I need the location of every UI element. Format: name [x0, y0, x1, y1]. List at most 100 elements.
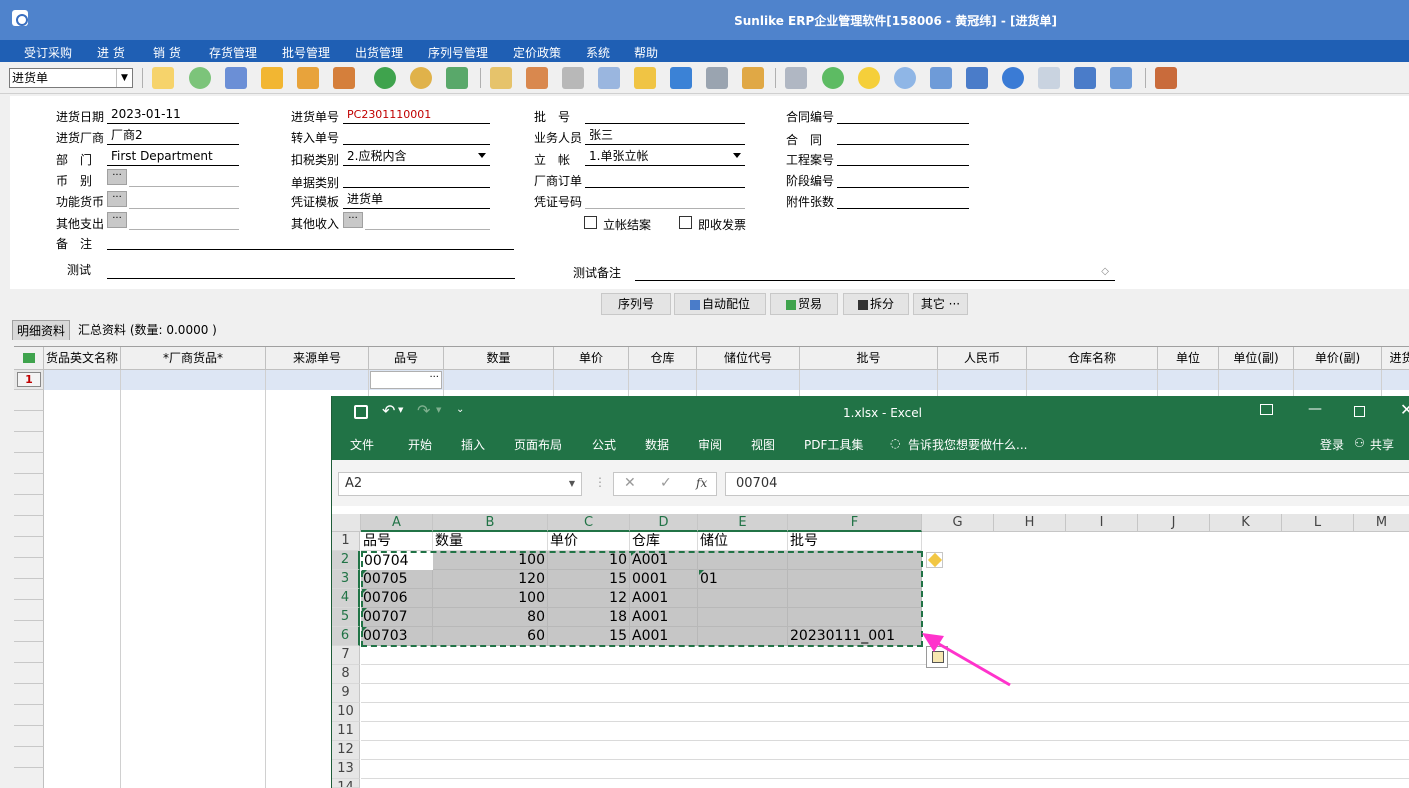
col-header-warehouse[interactable]: 仓库 — [629, 347, 697, 370]
other-income-field[interactable] — [365, 212, 490, 230]
cell-A5[interactable]: 00707 — [361, 608, 433, 627]
batch-field[interactable] — [585, 106, 745, 124]
enter-icon[interactable]: ✓ — [660, 475, 672, 491]
cell-D1[interactable]: 仓库 — [630, 532, 698, 551]
exit-door-icon[interactable] — [1155, 67, 1177, 89]
col-header-price[interactable]: 单价 — [554, 347, 629, 370]
windows-icon[interactable] — [1038, 67, 1060, 89]
auto-assign-button[interactable]: 自动配位 — [674, 293, 766, 315]
row-header-6[interactable]: 6 — [332, 627, 360, 646]
row-number[interactable] — [14, 474, 44, 495]
row-number[interactable]: 1 — [14, 370, 44, 390]
wrench-icon[interactable] — [562, 67, 584, 89]
row-header-7[interactable]: 7 — [332, 646, 360, 665]
cell-A3[interactable]: 00705 — [361, 570, 433, 589]
redo-icon[interactable]: ↷ — [417, 401, 430, 420]
chevron-down-icon[interactable]: ▼ — [569, 473, 575, 495]
stage-field[interactable] — [837, 170, 969, 188]
tax-select[interactable]: 2.应税内含 — [343, 148, 490, 166]
row-number[interactable] — [14, 642, 44, 663]
row-header-3[interactable]: 3 — [332, 570, 360, 589]
transfer-field[interactable] — [343, 127, 490, 145]
tab-formulas[interactable]: 公式 — [592, 436, 616, 453]
bell-icon[interactable] — [858, 67, 880, 89]
tab-summary[interactable]: 汇总资料 (数量: 0.0000 ) — [74, 320, 221, 340]
col-header-vendor-item[interactable]: *厂商货品* — [121, 347, 266, 370]
col-header-J[interactable]: J — [1138, 514, 1210, 532]
row-number[interactable] — [14, 684, 44, 705]
order-no-field[interactable]: PC2301110001 — [343, 106, 490, 124]
cell-D3[interactable]: 0001 — [630, 570, 698, 589]
col-header-price-sub[interactable]: 单价(副) — [1294, 347, 1382, 370]
home-icon[interactable] — [333, 67, 355, 89]
row-number[interactable] — [14, 495, 44, 516]
cell-C3[interactable]: 15 — [548, 570, 630, 589]
row-number[interactable] — [14, 537, 44, 558]
spinner-icon[interactable]: ◇ — [1101, 263, 1109, 280]
cell-A2[interactable]: 00704 — [361, 551, 433, 570]
cell-F4[interactable] — [788, 589, 922, 608]
chevron-down-icon[interactable] — [478, 153, 486, 158]
maximize-icon[interactable] — [1354, 406, 1365, 417]
dept-field[interactable]: First Department — [107, 148, 239, 166]
col-header-G[interactable]: G — [922, 514, 994, 532]
undo-icon[interactable]: ↶ — [382, 401, 395, 420]
select-all-corner[interactable] — [332, 514, 361, 532]
cell-C2[interactable]: 10 — [548, 551, 630, 570]
func-currency-lookup-button[interactable]: ··· — [107, 191, 127, 207]
customize-toolbar-icon[interactable]: ⌄ — [456, 404, 464, 415]
cell-A6[interactable]: 00703 — [361, 627, 433, 646]
cell-D6[interactable]: A001 — [630, 627, 698, 646]
col-header-I[interactable]: I — [1066, 514, 1138, 532]
info-icon[interactable] — [670, 67, 692, 89]
cell-E5[interactable] — [698, 608, 788, 627]
col-header-unit-sub[interactable]: 单位(副) — [1219, 347, 1294, 370]
tab-file[interactable]: 文件 — [350, 436, 374, 453]
currency-field[interactable] — [129, 169, 239, 187]
tab-pdf-tools[interactable]: PDF工具集 — [804, 436, 863, 453]
row-number[interactable] — [14, 411, 44, 432]
cell-E2[interactable] — [698, 551, 788, 570]
org-chart-icon[interactable] — [930, 67, 952, 89]
row-number[interactable] — [14, 579, 44, 600]
cell-A1[interactable]: 品号 — [361, 532, 433, 551]
empty-rows[interactable] — [361, 646, 1409, 788]
row-number[interactable] — [14, 453, 44, 474]
col-header-B[interactable]: B — [433, 514, 548, 532]
folder-icon[interactable] — [742, 67, 764, 89]
menu-serial[interactable]: 序列号管理 — [428, 44, 488, 61]
col-header-batch[interactable]: 批号 — [800, 347, 938, 370]
mail-icon[interactable] — [634, 67, 656, 89]
trade-button[interactable]: 贸易 — [770, 293, 838, 315]
doc-type-select[interactable]: 进货单 ▼ — [9, 68, 133, 88]
dollar-icon[interactable] — [374, 67, 396, 89]
row-number[interactable] — [14, 663, 44, 684]
col-header-E[interactable]: E — [698, 514, 788, 532]
menu-purchase[interactable]: 进 货 — [97, 44, 125, 61]
col-header-H[interactable]: H — [994, 514, 1066, 532]
row-header-10[interactable]: 10 — [332, 703, 360, 722]
menu-purchase-order[interactable]: 受订采购 — [24, 44, 72, 61]
cell-E4[interactable] — [698, 589, 788, 608]
row-header-13[interactable]: 13 — [332, 760, 360, 779]
cell-B1[interactable]: 数量 — [433, 532, 548, 551]
cell-F2[interactable] — [788, 551, 922, 570]
cell-E3[interactable]: 01 — [698, 570, 788, 589]
row-header-2[interactable]: 2 — [332, 551, 360, 570]
cart-icon[interactable] — [446, 67, 468, 89]
document-icon[interactable] — [785, 67, 807, 89]
remark-field[interactable] — [107, 232, 514, 250]
col-header-D[interactable]: D — [630, 514, 698, 532]
item-no-cell-editor[interactable]: ··· — [370, 371, 442, 389]
test-remark-field[interactable]: ◇ — [635, 263, 1115, 281]
col-header-C[interactable]: C — [548, 514, 630, 532]
col-header-source-no[interactable]: 来源单号 — [266, 347, 369, 370]
menu-pricing[interactable]: 定价政策 — [513, 44, 561, 61]
account-select[interactable]: 1.单张立帐 — [585, 148, 745, 166]
cell-C5[interactable]: 18 — [548, 608, 630, 627]
col-header-purchase[interactable]: 进货 — [1382, 347, 1409, 370]
menu-system[interactable]: 系统 — [586, 44, 610, 61]
select-all-icon[interactable] — [14, 347, 44, 370]
app-logo-icon[interactable] — [12, 10, 28, 26]
spellcheck-icon[interactable] — [152, 67, 174, 89]
